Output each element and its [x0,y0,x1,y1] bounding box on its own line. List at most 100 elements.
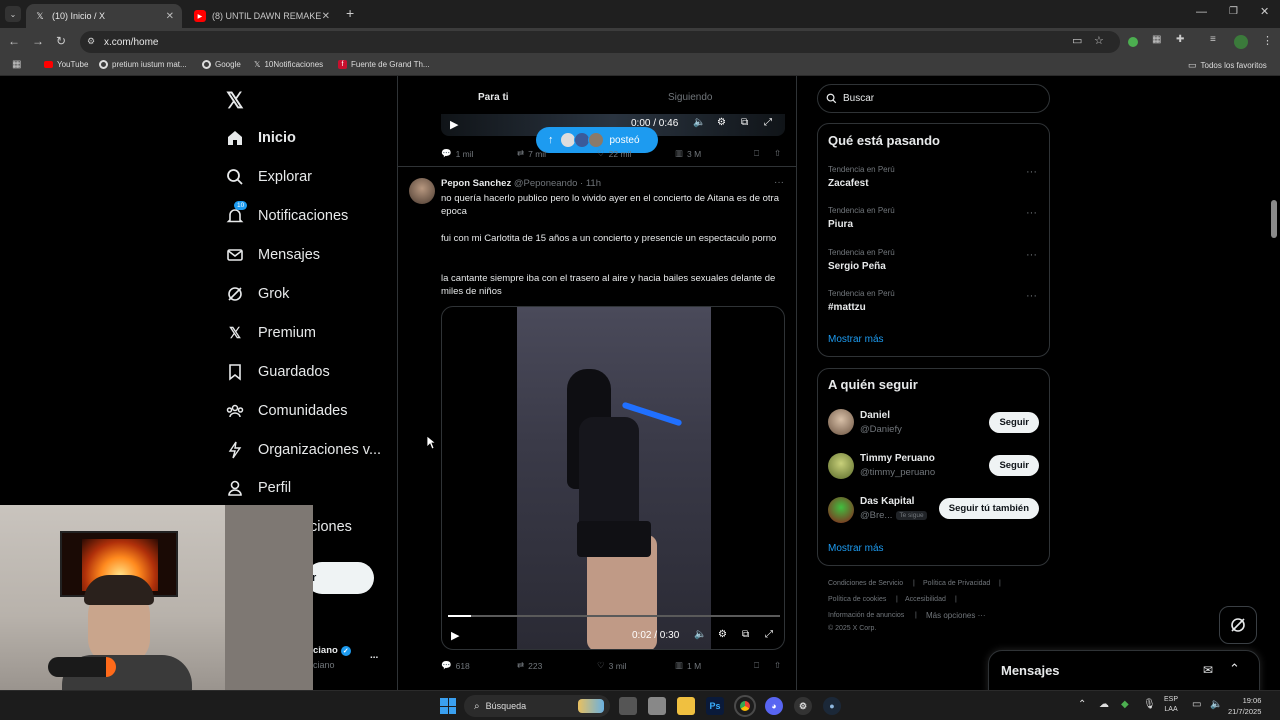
bookmark-notificaciones[interactable]: 𝕏 10Notificaciones [254,60,323,69]
taskbar-search[interactable]: ⌕ Búsqueda [464,695,610,717]
chrome-icon[interactable] [734,695,756,717]
reading-list-icon[interactable]: ≡ [1210,34,1216,45]
trend-more-icon[interactable]: ··· [1026,207,1037,219]
minimize-icon[interactable]: — [1196,6,1207,18]
puzzle-icon[interactable]: ✚ [1176,34,1184,45]
nav-premium[interactable]: 𝕏 Premium [226,318,316,348]
file-explorer-icon[interactable] [677,697,695,715]
bookmark-action[interactable]: ⎕ [754,148,759,159]
profile-avatar[interactable] [1234,35,1248,49]
follow-name[interactable]: Das Kapital [860,496,914,507]
bookmark-fandom[interactable]: f Fuente de Grand Th... [338,60,430,69]
steam-icon[interactable]: ● [823,697,841,715]
follow-name[interactable]: Daniel [860,410,890,421]
trend-more-icon[interactable]: ··· [1026,290,1037,302]
new-tab-button[interactable]: + [346,5,354,21]
tweet-avatar[interactable] [409,178,435,204]
post-button[interactable]: r [306,562,374,594]
x-logo-icon[interactable]: 𝕏 [226,88,244,114]
tweet-time[interactable]: · 11h [580,178,601,189]
avatar[interactable] [828,409,854,435]
retweet-action[interactable]: ⇄ 7 mil [517,148,546,159]
volume-icon[interactable]: 🔈 [693,117,705,128]
settings-icon[interactable]: ⚙ [717,117,726,128]
share-action[interactable]: ⇧ [774,660,781,671]
play-icon[interactable]: ▶ [451,629,459,642]
site-info-icon[interactable]: ⚙ [87,36,95,47]
nav-inicio[interactable]: Inicio [226,123,296,153]
follow-name[interactable]: Timmy Peruano [860,453,935,464]
bookmark-google[interactable]: Google [202,60,241,69]
security-icon[interactable]: ◆ [1121,699,1129,710]
settings-icon[interactable]: ⚙ [718,629,727,640]
clock[interactable]: 19:06 21/7/2025 [1228,695,1261,717]
cast-icon[interactable]: ▭ [1072,34,1082,47]
page-scrollbar[interactable] [1271,200,1277,238]
views-action[interactable]: ▥ 1 M [675,660,701,671]
nav-perfil[interactable]: Perfil [226,473,291,503]
pip-icon[interactable]: ⧉ [742,629,749,640]
footer-link[interactable]: Política de Privacidad [923,580,990,587]
restore-icon[interactable]: ❐ [1229,6,1238,17]
new-message-icon[interactable]: ✉ [1203,663,1213,677]
footer-link[interactable]: Política de cookies [828,596,886,603]
close-window-icon[interactable]: ✕ [1260,5,1269,18]
apps-icon[interactable]: ▦ [12,59,21,70]
trend-more-icon[interactable]: ··· [1026,166,1037,178]
nav-notificaciones[interactable]: 10 Notificaciones [226,201,348,231]
nav-explorar[interactable]: Explorar [226,162,312,192]
onedrive-icon[interactable]: ☁ [1099,699,1109,710]
reload-icon[interactable]: ↻ [56,34,66,48]
browser-tab-youtube[interactable]: ▶ (8) UNTIL DAWN REMAKE Gam ✕ [186,4,338,28]
avatar[interactable] [828,453,854,479]
app-icon[interactable]: ⚙ [794,697,812,715]
play-icon[interactable]: ▶ [450,118,458,131]
search-input[interactable]: Buscar [817,84,1050,113]
follow-button[interactable]: Seguir [989,455,1039,476]
like-action[interactable]: ♡ 22 mil [597,148,631,159]
extension-icon[interactable]: ▦ [1152,34,1161,45]
forward-icon[interactable]: → [32,34,44,48]
app-icon[interactable] [648,697,666,715]
close-tab-icon[interactable]: ✕ [322,11,330,22]
nav-guardados[interactable]: Guardados [226,357,330,387]
language-indicator[interactable]: ESP LAA [1164,695,1178,715]
nav-comunidades[interactable]: Comunidades [226,396,347,426]
follow-button[interactable]: Seguir [989,412,1039,433]
start-button[interactable] [440,698,456,714]
account-more-icon[interactable]: ... [370,650,378,661]
tweet-handle[interactable]: @Peponeando [514,178,578,189]
fullscreen-icon[interactable]: ⤢ [764,117,772,128]
retweet-action[interactable]: ⇄ 223 [517,660,542,671]
show-more-link[interactable]: Mostrar más [828,334,884,345]
grok-floating-button[interactable] [1219,606,1257,644]
star-icon[interactable]: ☆ [1094,34,1104,47]
address-bar[interactable]: ⚙ x.com/home [80,31,1120,53]
tab-siguiendo[interactable]: Siguiendo [668,92,712,103]
bookmark-pretium[interactable]: pretium iustum mat... [99,60,187,69]
microphone-icon[interactable]: 🎙 [1143,699,1156,710]
messages-drawer[interactable]: Mensajes ✉ ⌃ [988,650,1260,690]
chevron-up-icon[interactable]: ⌃ [1078,699,1086,710]
tab-para-ti[interactable]: Para ti [478,92,509,103]
pip-icon[interactable]: ⧉ [741,117,748,128]
network-icon[interactable]: ▭ [1192,699,1201,710]
task-view-icon[interactable] [619,697,637,715]
reply-action[interactable]: 💬 1 mil [441,148,474,159]
menu-icon[interactable]: ⋮ [1262,34,1273,47]
close-tab-icon[interactable]: ✕ [166,11,174,22]
nav-mensajes[interactable]: Mensajes [226,240,320,270]
footer-link[interactable]: Información de anuncios [828,612,904,619]
views-action[interactable]: ▥ 3 M [675,148,701,159]
nav-grok[interactable]: Grok [226,279,289,309]
like-action[interactable]: ♡ 3 mil [597,660,627,671]
discord-icon[interactable]: ◕ [765,697,783,715]
tweet-video[interactable]: ▶ 0:02 / 0:30 🔈 ⚙ ⧉ ⤢ [441,306,785,650]
footer-link[interactable]: Condiciones de Servicio [828,580,903,587]
tab-search-icon[interactable]: ⌄ [5,6,21,22]
show-more-link[interactable]: Mostrar más [828,543,884,554]
nav-organizaciones[interactable]: Organizaciones v... [226,435,381,465]
volume-icon[interactable]: 🔈 [694,629,706,640]
reply-action[interactable]: 💬 618 [441,660,470,671]
video-progress-track[interactable] [448,615,780,617]
